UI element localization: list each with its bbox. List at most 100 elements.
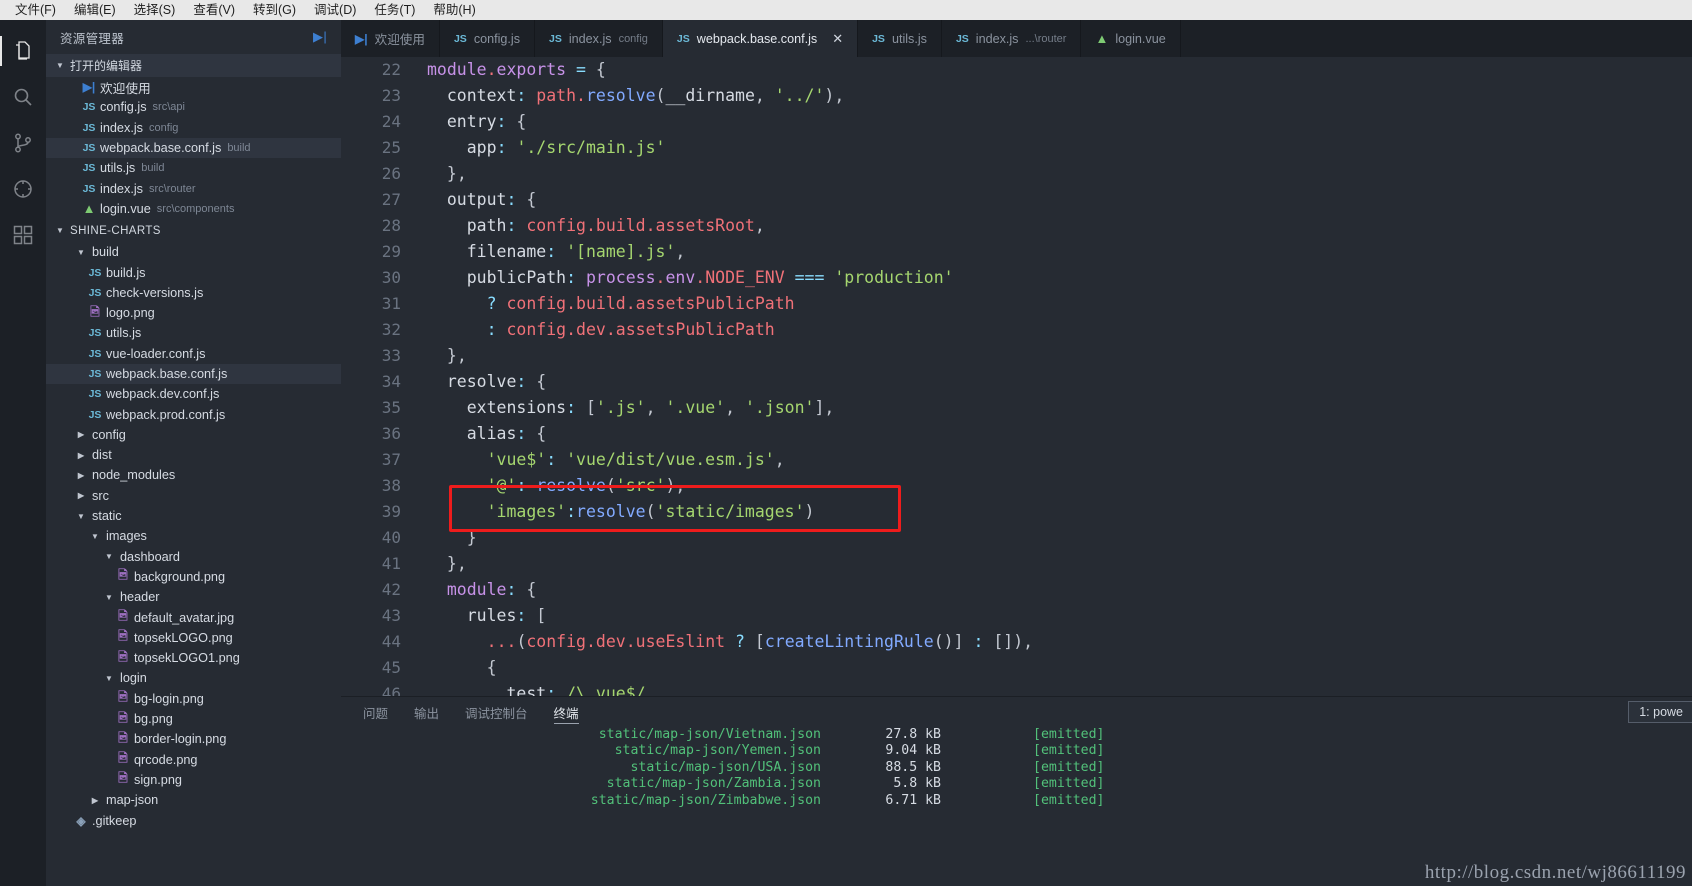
- tree-file[interactable]: 🖻 qrcode.png: [46, 750, 341, 770]
- tree-file[interactable]: 🖻 border-login.png: [46, 729, 341, 749]
- tree-file[interactable]: JS utils.js: [46, 323, 341, 343]
- project-section-header[interactable]: ▼ SHINE-CHARTS: [46, 219, 341, 242]
- config-file-icon: ◈: [76, 813, 86, 828]
- tree-file[interactable]: 🖻 background.png: [46, 567, 341, 587]
- tree-file[interactable]: JS build.js: [46, 262, 341, 282]
- editor-tab[interactable]: JS index.js ...\router: [941, 20, 1082, 57]
- terminal-size: 6.71 kB: [885, 792, 941, 808]
- tree-file[interactable]: JS check-versions.js: [46, 283, 341, 303]
- menu-item-3[interactable]: 查看(V): [184, 0, 244, 20]
- editor-tab[interactable]: JS utils.js: [858, 20, 942, 57]
- code-line: 23 context: path.resolve(__dirname, '../…: [341, 83, 1692, 109]
- tree-item-label: .gitkeep: [92, 813, 137, 828]
- editor-tab[interactable]: JS webpack.base.conf.js ✕: [662, 20, 859, 57]
- chevron-right-icon: ▶: [77, 470, 85, 480]
- tree-folder[interactable]: ▶ node_modules: [46, 465, 341, 485]
- tree-folder[interactable]: ▶ dist: [46, 445, 341, 465]
- tree-file[interactable]: ◈ .gitkeep: [46, 810, 341, 830]
- open-editor-item[interactable]: JS config.js src\api: [46, 97, 341, 117]
- tree-folder[interactable]: ▶ src: [46, 486, 341, 506]
- activity-extensions-icon[interactable]: [0, 212, 46, 258]
- tree-item-label: webpack.prod.conf.js: [106, 407, 226, 422]
- menu-item-1[interactable]: 编辑(E): [65, 0, 125, 20]
- activity-debug-icon[interactable]: [0, 166, 46, 212]
- tree-file[interactable]: 🖻 topsekLOGO1.png: [46, 648, 341, 668]
- menu-item-0[interactable]: 文件(F): [6, 0, 65, 20]
- tree-file[interactable]: 🖻 sign.png: [46, 770, 341, 790]
- panel-tab[interactable]: 问题: [363, 697, 388, 727]
- terminal-file: static/map-json/Zimbabwe.json: [590, 792, 821, 808]
- open-editors-section-header[interactable]: ▼ 打开的编辑器: [46, 54, 341, 77]
- editor-tab[interactable]: ▲ login.vue: [1081, 20, 1181, 57]
- tree-file[interactable]: 🖻 logo.png: [46, 303, 341, 323]
- editor-tab[interactable]: ▶| 欢迎使用: [341, 20, 440, 57]
- activity-source-control-icon[interactable]: [0, 120, 46, 166]
- open-editor-item[interactable]: JS webpack.base.conf.js build: [46, 137, 341, 159]
- chevron-down-icon: ▼: [77, 511, 85, 521]
- watermark-text: http://blog.csdn.net/wj86611199: [1424, 862, 1686, 883]
- code-line: 27 output: {: [341, 187, 1692, 213]
- line-text: test: /\.vue$/,: [506, 684, 656, 696]
- open-editor-item[interactable]: JS utils.js build: [46, 158, 341, 178]
- tree-folder[interactable]: ▶ map-json: [46, 790, 341, 810]
- activity-explorer-icon[interactable]: [0, 28, 46, 74]
- image-file-icon: 🖻: [118, 649, 128, 664]
- code-editor[interactable]: 22 module.exports = {23 context: path.res…: [341, 57, 1692, 696]
- code-line: 35 extensions: ['.js', '.vue', '.json'],: [341, 395, 1692, 421]
- tree-folder[interactable]: ▼ login: [46, 668, 341, 688]
- menu-item-7[interactable]: 帮助(H): [424, 0, 484, 20]
- tree-folder[interactable]: ▼ static: [46, 506, 341, 526]
- close-icon[interactable]: ✕: [832, 31, 843, 47]
- editor-tab[interactable]: JS config.js: [439, 20, 536, 57]
- tree-folder[interactable]: ▼ dashboard: [46, 547, 341, 567]
- chevron-right-icon: ▶: [77, 430, 85, 440]
- tree-file[interactable]: JS vue-loader.conf.js: [46, 344, 341, 364]
- tree-file[interactable]: 🖻 bg-login.png: [46, 689, 341, 709]
- tree-file[interactable]: 🖻 bg.png: [46, 709, 341, 729]
- open-editor-item[interactable]: ▶| 欢迎使用: [46, 77, 341, 97]
- open-editor-item[interactable]: JS index.js config: [46, 118, 341, 138]
- panel-tab[interactable]: 输出: [414, 697, 439, 727]
- tree-file[interactable]: 🖻 default_avatar.jpg: [46, 607, 341, 627]
- tree-folder[interactable]: ▶ config: [46, 425, 341, 445]
- js-file-icon: JS: [88, 327, 102, 340]
- tree-file[interactable]: 🖻 topsekLOGO.png: [46, 628, 341, 648]
- tree-file[interactable]: JS webpack.base.conf.js: [46, 363, 341, 385]
- menu-item-5[interactable]: 调试(D): [305, 0, 365, 20]
- tree-item-label: login: [120, 671, 147, 686]
- panel-tab[interactable]: 终端: [553, 697, 579, 727]
- code-line: 26 },: [341, 161, 1692, 187]
- terminal-selector[interactable]: 1: powe: [1628, 701, 1692, 723]
- tree-folder[interactable]: ▼ build: [46, 242, 341, 262]
- line-number: 44: [381, 632, 401, 651]
- tree-file[interactable]: JS webpack.dev.conf.js: [46, 384, 341, 404]
- menu-item-2[interactable]: 选择(S): [125, 0, 185, 20]
- open-editor-item[interactable]: ▲ login.vue src\components: [46, 199, 341, 219]
- terminal-status: [emitted]: [1033, 792, 1105, 808]
- bottom-panel: 问题 输出 调试控制台 终端 1: powe static/map-json/Viet…: [341, 696, 1692, 886]
- chevron-down-icon: ▼: [105, 673, 113, 683]
- line-text: '@': resolve('src'),: [486, 476, 686, 495]
- menu-item-4[interactable]: 转到(G): [244, 0, 305, 20]
- editor-tab[interactable]: JS index.js config: [535, 20, 663, 57]
- collapse-sidebar-icon[interactable]: ▶|: [313, 29, 327, 45]
- vscode-logo-icon: ▶|: [355, 31, 368, 46]
- tree-folder[interactable]: ▼ header: [46, 587, 341, 607]
- line-text: context: path.resolve(__dirname, '../'),: [446, 86, 845, 105]
- open-editor-item[interactable]: JS index.js src\router: [46, 178, 341, 198]
- line-number: 27: [381, 190, 401, 209]
- js-file-icon: JS: [82, 121, 96, 134]
- tree-item-label: topsekLOGO1.png: [134, 651, 240, 666]
- panel-tab[interactable]: 调试控制台: [465, 697, 528, 727]
- tree-folder[interactable]: ▼ images: [46, 526, 341, 546]
- open-editor-name: index.js: [100, 181, 144, 196]
- terminal-line: static/map-json/Zimbabwe.json 6.71 kB [emi…: [341, 793, 1692, 809]
- vue-file-icon: ▲: [82, 201, 96, 217]
- activity-search-icon[interactable]: [0, 74, 46, 120]
- code-line: 43 rules: [: [341, 603, 1692, 629]
- tree-file[interactable]: JS webpack.prod.conf.js: [46, 404, 341, 424]
- line-number: 36: [381, 424, 401, 443]
- menu-item-6[interactable]: 任务(T): [365, 0, 424, 20]
- menu-bar: 文件(F) 编辑(E) 选择(S) 查看(V) 转到(G) 调试(D) 任务(T) 帮助(H): [0, 0, 1692, 20]
- js-file-icon: JS: [82, 101, 96, 114]
